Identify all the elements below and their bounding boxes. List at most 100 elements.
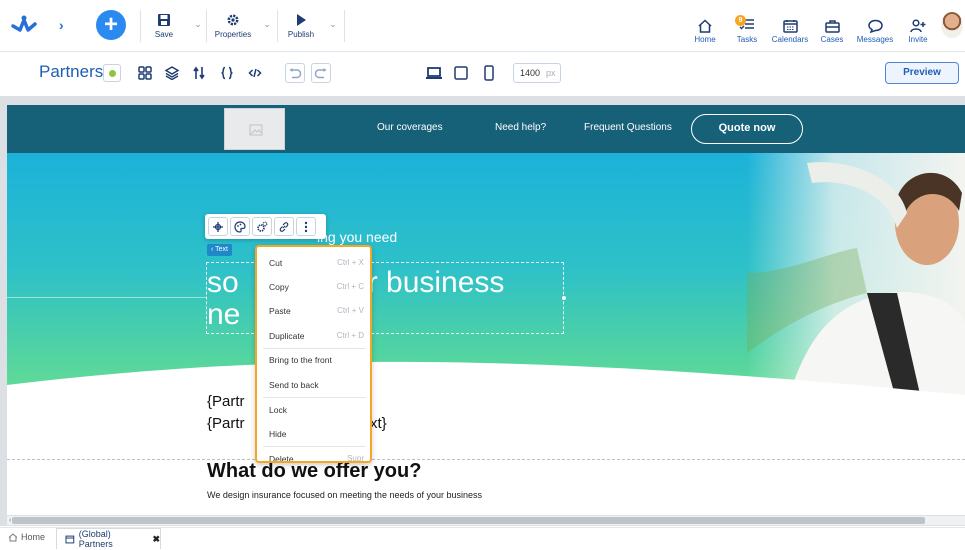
- desktop-view-button[interactable]: [424, 63, 444, 83]
- add-user-icon: [910, 19, 926, 33]
- save-label: Save: [154, 30, 174, 39]
- scroll-left-arrow-icon[interactable]: ‹: [9, 516, 11, 525]
- calendar-icon: [782, 20, 798, 33]
- nav-cases[interactable]: Cases: [820, 8, 844, 44]
- canvas-width-value: 1400: [520, 68, 541, 78]
- partners-tab[interactable]: (Global) Partners ✖: [56, 528, 161, 549]
- menu-divider: [263, 446, 366, 447]
- menu-item-duplicate[interactable]: Duplicate Ctrl + D: [269, 326, 364, 346]
- layers-icon[interactable]: [163, 64, 181, 82]
- resize-handle[interactable]: [562, 296, 566, 300]
- gears-icon: [257, 221, 268, 232]
- site-logo-placeholder[interactable]: [224, 108, 285, 150]
- status-dot-icon: [108, 69, 116, 77]
- menu-item-bring-to-front[interactable]: Bring to the front: [269, 350, 364, 370]
- menu-item-cut[interactable]: Cut Ctrl + X: [269, 253, 364, 273]
- hero-title-line1-end: r business: [367, 266, 505, 299]
- home-icon: [8, 532, 18, 541]
- redo-icon: [314, 68, 327, 79]
- expand-chevron-icon[interactable]: ›: [59, 17, 64, 33]
- menu-item-send-to-back[interactable]: Send to back: [269, 375, 364, 395]
- nav-home[interactable]: Home: [694, 8, 716, 44]
- properties-label: Properties: [214, 30, 252, 39]
- properties-dropdown-chevron-icon[interactable]: ⌄: [262, 19, 272, 29]
- hero-subtitle[interactable]: ing you need: [317, 229, 397, 245]
- offer-heading[interactable]: What do we offer you?: [207, 460, 421, 483]
- partner-field-2-end: xt}: [370, 415, 387, 432]
- play-icon: [297, 14, 306, 26]
- save-button[interactable]: Save: [151, 8, 177, 44]
- image-placeholder-icon: [249, 124, 263, 136]
- user-avatar[interactable]: [941, 12, 963, 38]
- horizontal-scroll-thumb[interactable]: [12, 517, 925, 524]
- kebab-menu-icon: [304, 221, 308, 232]
- chat-bubble-icon: [867, 19, 883, 33]
- menu-item-lock[interactable]: Lock: [269, 400, 364, 420]
- nav-calendars[interactable]: Calendars: [771, 8, 809, 44]
- section-boundary: [7, 459, 965, 460]
- grid-icon[interactable]: [136, 64, 154, 82]
- add-button[interactable]: +: [96, 10, 126, 40]
- page-title: Partners: [39, 62, 104, 81]
- publish-button[interactable]: Publish: [285, 8, 317, 44]
- code-icon[interactable]: [246, 64, 264, 82]
- menu-item-copy[interactable]: Copy Ctrl + C: [269, 277, 364, 297]
- context-menu: Cut Ctrl + X Copy Ctrl + C Paste Ctrl + V D…: [255, 245, 372, 463]
- element-quick-toolbar: [205, 214, 326, 239]
- move-button[interactable]: [208, 217, 228, 236]
- properties-button[interactable]: Properties: [213, 8, 253, 44]
- save-dropdown-chevron-icon[interactable]: ⌄: [193, 19, 203, 29]
- home-icon: [698, 19, 712, 33]
- hero-title-line1-start: so: [207, 266, 239, 299]
- partner-field-2[interactable]: {Partr: [207, 415, 245, 432]
- nav-link-help[interactable]: Need help?: [495, 122, 546, 133]
- home-tab[interactable]: Home: [8, 532, 45, 542]
- app-logo-icon[interactable]: [10, 12, 38, 38]
- publish-label: Publish: [287, 30, 315, 39]
- link-icon: [279, 221, 289, 232]
- menu-item-hide[interactable]: Hide: [269, 424, 364, 444]
- palette-icon: [234, 220, 246, 233]
- close-tab-icon[interactable]: ✖: [152, 534, 160, 545]
- undo-button[interactable]: [285, 63, 305, 83]
- tasks-count-badge: 9: [735, 15, 746, 26]
- menu-item-paste[interactable]: Paste Ctrl + V: [269, 301, 364, 321]
- menu-item-delete[interactable]: Delete Supr: [269, 449, 364, 461]
- nav-invite[interactable]: Invite: [906, 8, 930, 44]
- menu-divider: [263, 397, 366, 398]
- toolbar-divider: [344, 10, 345, 42]
- element-type-tag[interactable]: ‹ Text: [207, 244, 232, 256]
- hero-wave-divider: [7, 361, 965, 425]
- interactions-icon[interactable]: [190, 64, 208, 82]
- menu-divider: [263, 348, 366, 349]
- publish-dropdown-chevron-icon[interactable]: ⌄: [328, 19, 338, 29]
- alignment-guide: [7, 297, 207, 298]
- quote-now-button[interactable]: Quote now: [691, 114, 803, 144]
- style-button[interactable]: [230, 217, 250, 236]
- page-canvas[interactable]: Our coverages Need help? Frequent Questi…: [7, 105, 965, 515]
- partner-field-1[interactable]: {Partr: [207, 393, 245, 410]
- tablet-icon: [454, 66, 468, 80]
- status-indicator[interactable]: [103, 64, 121, 82]
- more-options-button[interactable]: [296, 217, 316, 236]
- settings-button[interactable]: [252, 217, 272, 236]
- nav-link-faq[interactable]: Frequent Questions: [584, 122, 672, 133]
- tablet-view-button[interactable]: [451, 63, 471, 83]
- link-button[interactable]: [274, 217, 294, 236]
- toolbar-divider: [140, 10, 141, 42]
- preview-button[interactable]: Preview: [885, 62, 959, 84]
- canvas-width-input[interactable]: 1400 px: [513, 63, 561, 83]
- data-binding-icon[interactable]: [218, 64, 236, 82]
- nav-messages[interactable]: Messages: [856, 8, 894, 44]
- mobile-icon: [484, 65, 494, 81]
- mobile-view-button[interactable]: [479, 63, 499, 83]
- page-icon: [65, 535, 75, 543]
- nav-tasks[interactable]: 9 Tasks: [735, 8, 759, 44]
- site-navbar[interactable]: Our coverages Need help? Frequent Questi…: [7, 105, 965, 153]
- laptop-icon: [426, 67, 442, 79]
- gear-icon: [227, 14, 239, 26]
- canvas-width-unit: px: [546, 68, 556, 78]
- nav-link-coverages[interactable]: Our coverages: [377, 122, 443, 133]
- offer-subtitle[interactable]: We design insurance focused on meeting t…: [207, 490, 482, 500]
- redo-button[interactable]: [311, 63, 331, 83]
